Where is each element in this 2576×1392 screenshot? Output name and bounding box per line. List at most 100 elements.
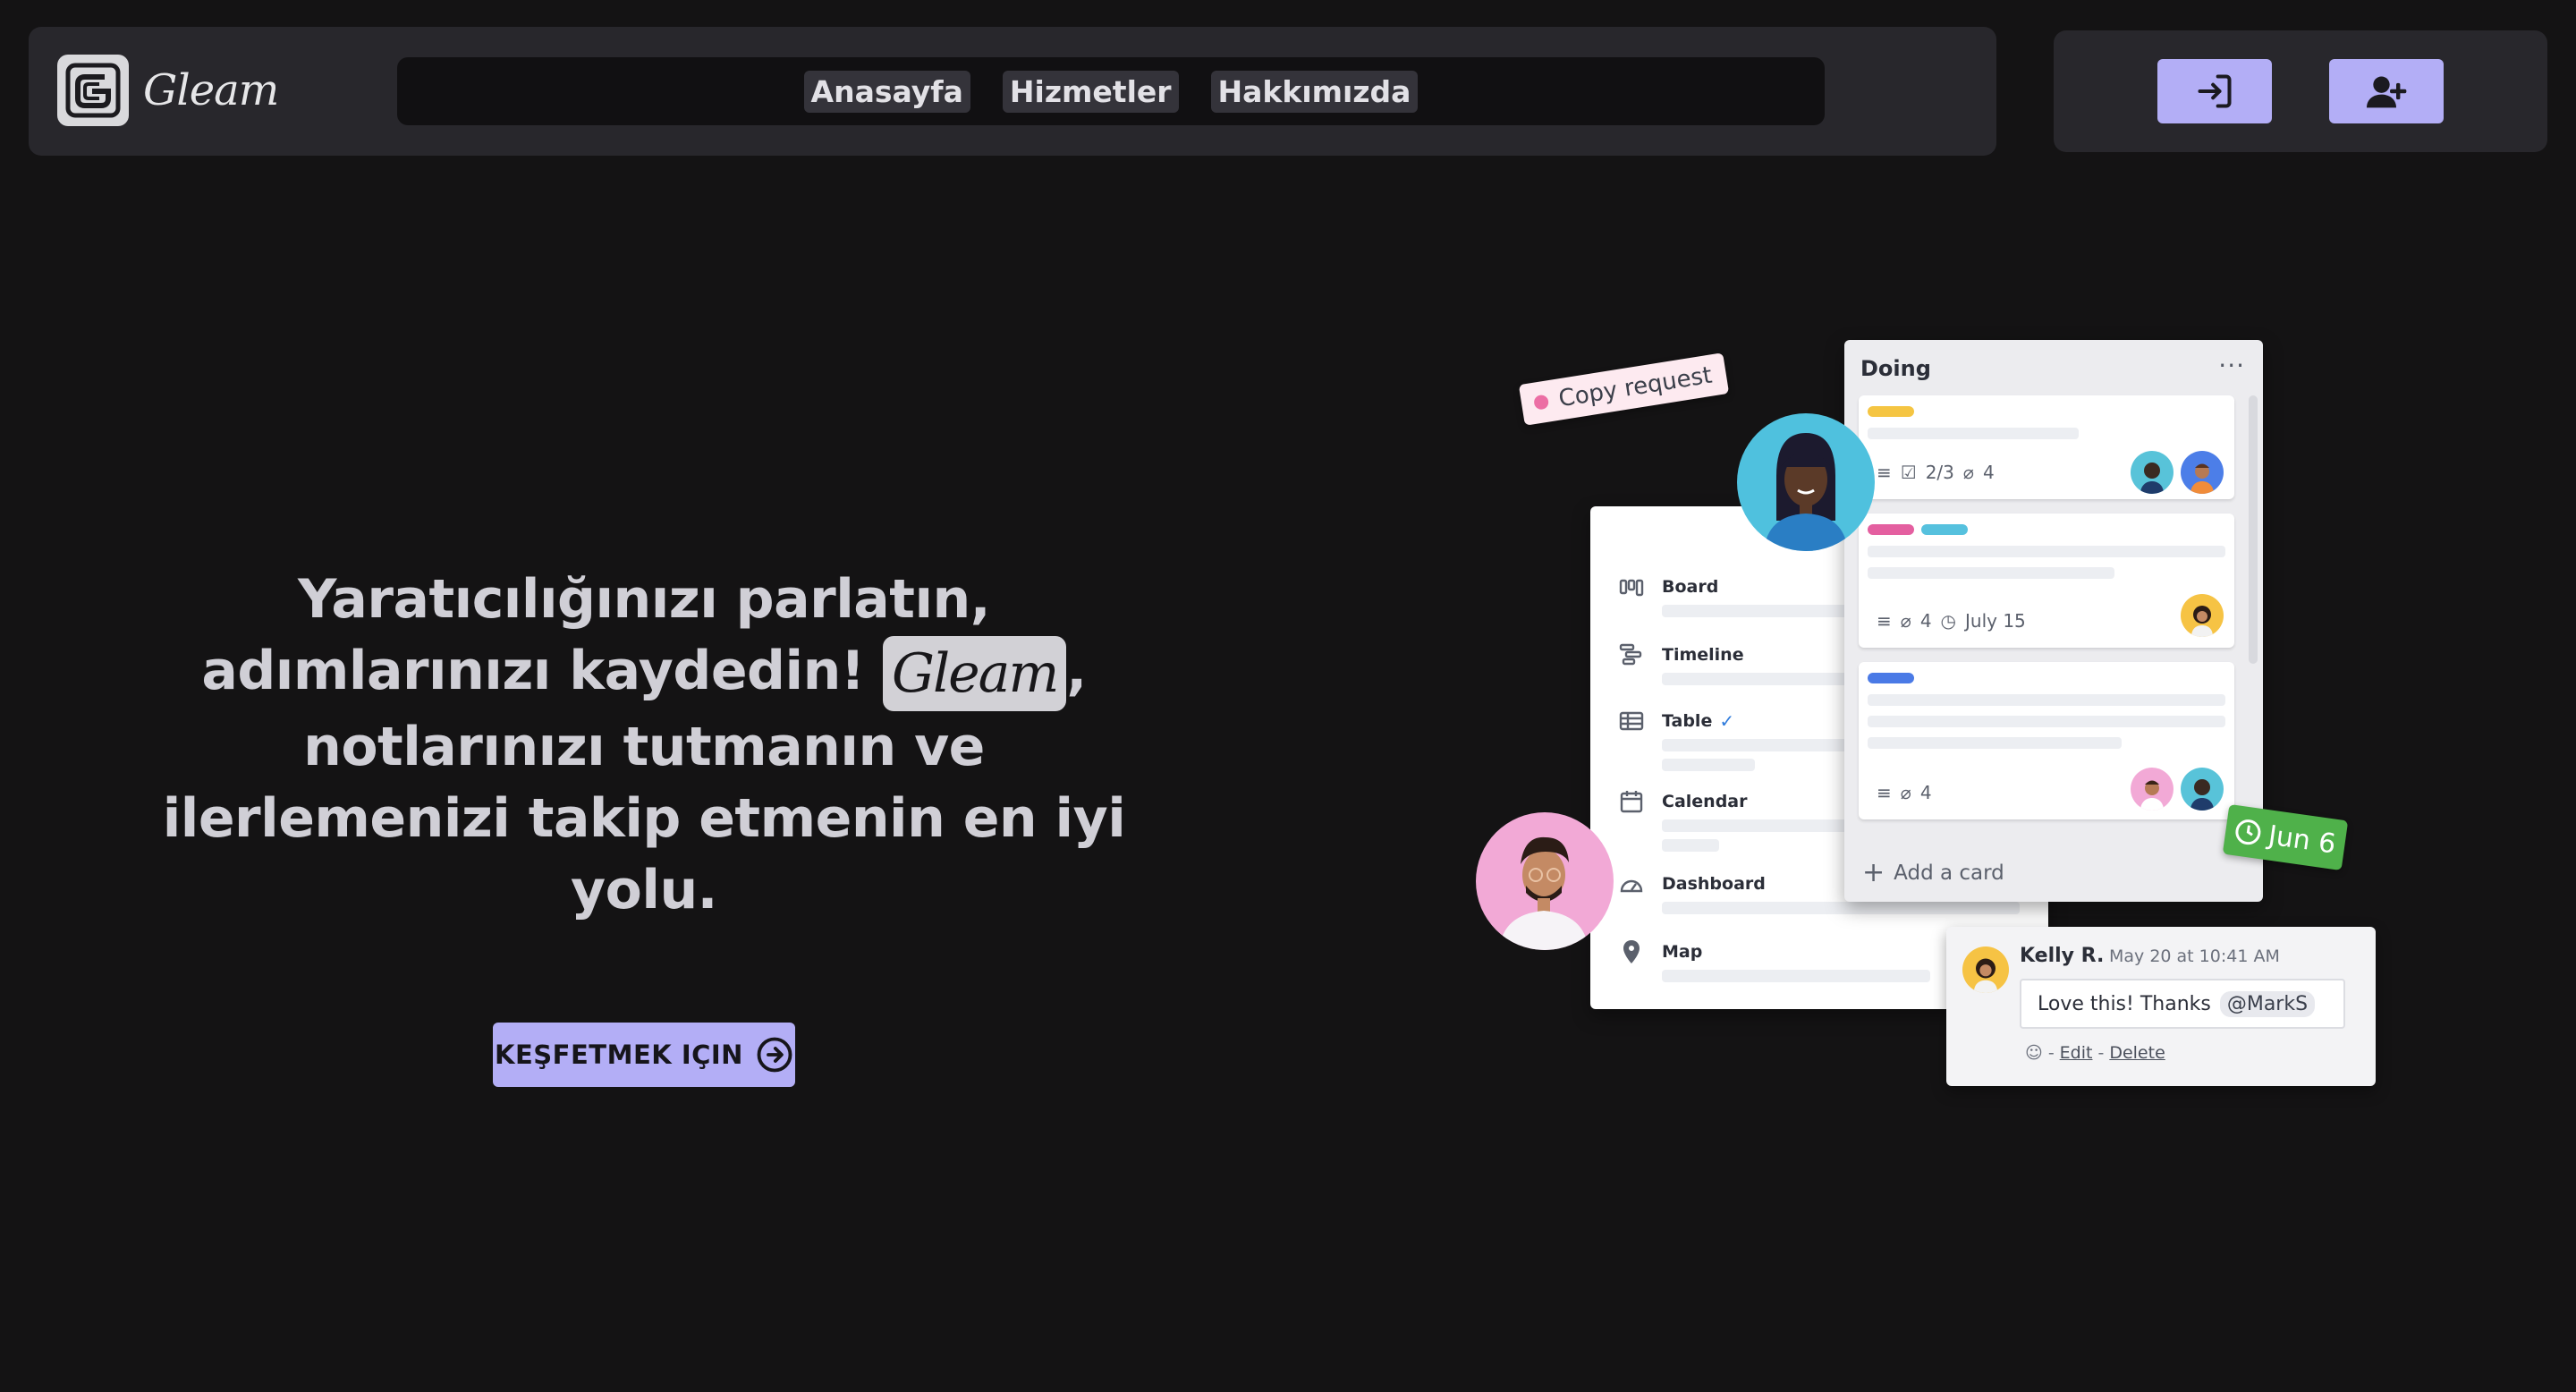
dashboard-gauge-icon xyxy=(1619,871,1644,896)
more-options-icon: ··· xyxy=(2218,351,2245,380)
comment-mention: @MarkS xyxy=(2219,990,2316,1017)
calendar-icon xyxy=(1619,789,1644,814)
explore-button-label: KEŞFETMEK IÇIN xyxy=(495,1040,743,1070)
checklist-count: 2/3 xyxy=(1925,462,1954,483)
comment-delete-link: Delete xyxy=(2109,1043,2165,1063)
nav-link-about[interactable]: Hakkımızda xyxy=(1210,70,1419,113)
table-icon xyxy=(1619,709,1644,734)
comment-timestamp: May 20 at 10:41 AM xyxy=(2109,946,2280,966)
attachment-count: 4 xyxy=(1982,462,1995,483)
comment-body: Love this! Thanks @MarkS xyxy=(2020,979,2345,1029)
view-map: Map xyxy=(1619,939,1702,964)
member-avatar xyxy=(2181,451,2224,494)
brand-name: Gleam xyxy=(143,65,279,115)
map-pin-icon xyxy=(1619,939,1644,964)
login-button[interactable] xyxy=(2157,59,2272,123)
comment-text: Love this! Thanks xyxy=(2038,992,2211,1015)
add-card-button: + Add a card xyxy=(1862,857,2004,888)
placeholder-bar xyxy=(1868,694,2225,706)
description-icon: ≡ xyxy=(1877,462,1892,483)
label-tag xyxy=(1868,524,1914,535)
view-table: Table ✓ xyxy=(1619,709,1734,734)
view-map-label: Map xyxy=(1662,942,1703,962)
attachment-icon: ⌀ xyxy=(1900,610,1911,632)
copy-request-label: Copy request xyxy=(1556,361,1715,413)
status-dot xyxy=(1532,394,1550,411)
list-card: ≡ ☑ 2/3 ⌀ 4 xyxy=(1859,395,2234,499)
placeholder-bar xyxy=(1662,970,1930,982)
explore-button[interactable]: KEŞFETMEK IÇIN xyxy=(493,1023,795,1087)
member-avatar xyxy=(2131,768,2174,811)
placeholder-bar xyxy=(1868,737,2122,749)
timeline-icon xyxy=(1619,642,1644,667)
collaborator-avatar xyxy=(1737,413,1875,551)
copy-request-tag: Copy request xyxy=(1518,352,1730,426)
plus-icon: + xyxy=(1862,857,1885,888)
hero-title-part1: Yaratıcılığınızı parlatın, adımlarınızı … xyxy=(201,568,991,702)
nav-link-home[interactable]: Anasayfa xyxy=(803,70,970,113)
clock-icon xyxy=(2235,819,2261,845)
view-calendar: Calendar xyxy=(1619,789,1747,814)
due-date: July 15 xyxy=(1965,610,2026,632)
comment-card: Kelly R. May 20 at 10:41 AM Love this! T… xyxy=(1946,927,2376,1086)
comment-actions: ☺ - Edit - Delete xyxy=(2025,1043,2165,1063)
board-icon xyxy=(1619,574,1644,599)
placeholder-bar xyxy=(1868,546,2225,557)
login-icon xyxy=(2198,74,2232,108)
hero-title: Yaratıcılığınızı parlatın, adımlarınızı … xyxy=(143,564,1145,926)
list-scrollbar xyxy=(2249,395,2258,664)
gleam-logo-icon xyxy=(57,55,129,126)
view-timeline-label: Timeline xyxy=(1662,645,1744,665)
view-table-label: Table xyxy=(1662,711,1713,731)
description-icon: ≡ xyxy=(1877,610,1892,632)
member-avatar xyxy=(2131,451,2174,494)
attachment-icon: ⌀ xyxy=(1900,782,1911,803)
card-meta: ≡ ☑ 2/3 ⌀ 4 xyxy=(1877,462,1995,483)
checklist-icon: ☑ xyxy=(1900,462,1917,483)
placeholder-bar xyxy=(1662,902,2020,914)
card-meta: ≡ ⌀ 4 ◷ July 15 xyxy=(1877,610,2026,632)
attachment-icon: ⌀ xyxy=(1962,462,1974,483)
card-meta: ≡ ⌀ 4 xyxy=(1877,782,1932,803)
description-icon: ≡ xyxy=(1877,782,1892,803)
brand-logo[interactable]: Gleam xyxy=(57,55,279,126)
doing-list: Doing ··· ≡ ☑ 2/3 ⌀ 4 ≡ ⌀ 4 ◷ July 15 ≡ … xyxy=(1844,340,2263,902)
commenter-avatar xyxy=(1962,946,2009,993)
signup-button[interactable] xyxy=(2329,59,2444,123)
list-card: ≡ ⌀ 4 xyxy=(1859,662,2234,819)
list-card: ≡ ⌀ 4 ◷ July 15 xyxy=(1859,514,2234,648)
clock-icon: ◷ xyxy=(1940,610,1956,632)
label-tag xyxy=(1868,406,1914,417)
view-dashboard-label: Dashboard xyxy=(1662,874,1766,894)
arrow-right-circle-icon xyxy=(757,1037,792,1073)
nav-link-services[interactable]: Hizmetler xyxy=(1002,70,1179,113)
product-illustration: Board Timeline Table ✓ Calendar Dashboar… xyxy=(1467,331,2397,1100)
add-card-label: Add a card xyxy=(1894,861,2004,885)
member-avatar xyxy=(2181,768,2224,811)
view-calendar-label: Calendar xyxy=(1662,792,1748,811)
collaborator-avatar xyxy=(1476,812,1614,950)
hero-brand-highlight: Gleam xyxy=(883,636,1067,712)
user-plus-icon xyxy=(2367,76,2407,108)
label-tag xyxy=(1921,524,1968,535)
auth-panel xyxy=(2054,30,2547,152)
due-date-label: Jun 6 xyxy=(2266,819,2338,861)
view-timeline: Timeline xyxy=(1619,642,1744,667)
member-avatar xyxy=(2181,594,2224,637)
check-icon: ✓ xyxy=(1719,710,1735,732)
placeholder-bar xyxy=(1662,759,1755,771)
attachment-count: 4 xyxy=(1919,610,1932,632)
view-board: Board xyxy=(1619,574,1718,599)
label-tag xyxy=(1868,673,1914,683)
placeholder-bar xyxy=(1868,428,2079,439)
comment-author: Kelly R. xyxy=(2020,945,2105,967)
navbar: Gleam Anasayfa Hizmetler Hakkımızda xyxy=(29,27,1996,156)
comment-edit-link: Edit xyxy=(2059,1043,2093,1063)
placeholder-bar xyxy=(1868,567,2114,579)
nav-links: Anasayfa Hizmetler Hakkımızda xyxy=(397,57,1825,125)
placeholder-bar xyxy=(1662,839,1719,852)
view-board-label: Board xyxy=(1662,577,1719,597)
placeholder-bar xyxy=(1868,716,2225,727)
view-dashboard: Dashboard xyxy=(1619,871,1766,896)
list-title: Doing xyxy=(1860,356,1931,381)
